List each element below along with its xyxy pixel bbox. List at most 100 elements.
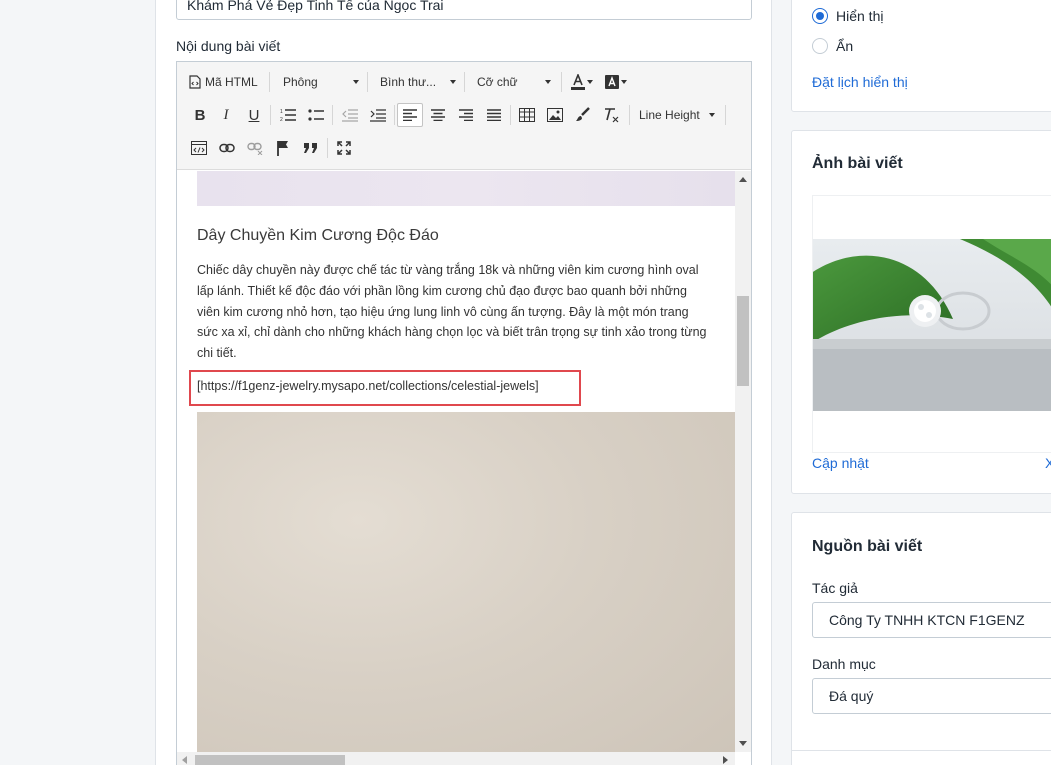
text-color-icon [571, 74, 585, 90]
code-view-icon [191, 141, 207, 155]
align-justify-button[interactable] [482, 103, 506, 127]
scroll-down-arrow-icon[interactable] [739, 741, 747, 746]
ordered-list-icon: 12 [280, 108, 296, 122]
fullscreen-icon [337, 141, 351, 155]
visibility-show-label[interactable]: Hiển thị [836, 8, 883, 24]
schedule-display-link[interactable]: Đặt lịch hiển thị [812, 74, 908, 90]
horizontal-scrollbar[interactable] [177, 752, 735, 765]
bold-button[interactable]: B [189, 103, 211, 127]
font-size-label: Cỡ chữ [477, 75, 518, 89]
content-link-text: [https://f1genz-jewelry.mysapo.net/colle… [197, 379, 539, 393]
highlight-color-icon [605, 75, 619, 89]
svg-text:1: 1 [280, 109, 283, 115]
line-height-dropdown[interactable]: Line Height [635, 103, 721, 127]
toolbar-separator [367, 72, 368, 92]
post-title-input[interactable]: Khám Phá Vẻ Đẹp Tinh Tế của Ngọc Trai [176, 0, 752, 20]
update-image-link[interactable]: Cập nhật [812, 455, 869, 471]
scroll-left-arrow-icon[interactable] [182, 756, 187, 764]
insert-table-button[interactable] [515, 103, 539, 127]
line-height-label: Line Height [639, 108, 700, 122]
toolbar-separator [464, 72, 465, 92]
remove-image-link[interactable]: X [1045, 455, 1051, 471]
visibility-card: Hiển thị Ẩn Đặt lịch hiển thị [791, 0, 1051, 112]
paragraph-style-label: Bình thư... [380, 75, 437, 89]
category-label: Danh mục [812, 656, 876, 672]
paragraph-style-dropdown[interactable]: Bình thư... [376, 70, 462, 94]
format-painter-button[interactable] [571, 103, 595, 127]
bullet-list-icon [308, 108, 324, 122]
editor-toolbar: Mã HTML Phông Bình thư... Cỡ chữ B I U 1… [177, 62, 751, 170]
chevron-down-icon [545, 80, 551, 84]
code-view-button[interactable] [187, 136, 211, 160]
author-label: Tác giả [812, 580, 858, 596]
chevron-down-icon [450, 80, 456, 84]
clear-format-button[interactable] [599, 103, 623, 127]
toolbar-separator [394, 105, 395, 125]
chevron-down-icon [621, 80, 627, 84]
chevron-down-icon [587, 80, 593, 84]
outdent-button[interactable] [338, 103, 362, 127]
scroll-up-arrow-icon[interactable] [739, 177, 747, 182]
category-select[interactable]: Đá quý [812, 678, 1051, 714]
font-family-dropdown[interactable]: Phông [279, 70, 365, 94]
toolbar-separator [332, 105, 333, 125]
text-color-button[interactable] [567, 70, 597, 94]
italic-button[interactable]: I [215, 103, 237, 127]
scrollbar-thumb[interactable] [737, 296, 749, 386]
blockquote-button[interactable] [299, 136, 323, 160]
indent-icon [370, 108, 386, 122]
scroll-right-arrow-icon[interactable] [723, 756, 728, 764]
align-right-icon [459, 109, 473, 121]
underline-button[interactable]: U [243, 103, 265, 127]
author-select[interactable]: Công Ty TNHH KTCN F1GENZ [812, 602, 1051, 638]
insert-link-button[interactable] [215, 136, 239, 160]
align-center-button[interactable] [426, 103, 450, 127]
toolbar-separator [269, 72, 270, 92]
html-code-button[interactable]: Mã HTML [189, 70, 267, 94]
fullscreen-button[interactable] [332, 136, 356, 160]
visibility-hide-radio[interactable] [812, 38, 828, 54]
svg-text:2: 2 [280, 117, 283, 122]
editor-content-area[interactable]: Dây Chuyền Kim Cương Độc Đáo Chiếc dây c… [177, 171, 735, 752]
ordered-list-button[interactable]: 12 [276, 103, 300, 127]
post-image [813, 239, 1051, 411]
align-left-button[interactable] [397, 103, 423, 127]
italic-icon: I [223, 106, 229, 123]
quote-icon [303, 142, 319, 154]
embedded-image [197, 412, 735, 752]
link-icon [219, 143, 235, 153]
image-icon [547, 108, 563, 122]
insert-anchor-button[interactable] [271, 136, 295, 160]
indent-button[interactable] [366, 103, 390, 127]
toolbar-separator [725, 105, 726, 125]
background-color-button[interactable] [601, 70, 631, 94]
content-paragraph: Chiếc dây chuyền này được chế tác từ vàn… [197, 263, 707, 361]
post-image-frame [812, 195, 1051, 453]
bold-icon: B [194, 106, 206, 124]
visibility-show-radio[interactable] [812, 8, 828, 24]
visibility-hide-label[interactable]: Ẩn [836, 38, 853, 54]
paintbrush-icon [575, 107, 591, 123]
bullet-list-button[interactable] [304, 103, 328, 127]
table-icon [519, 108, 535, 122]
scrollbar-thumb[interactable] [195, 755, 345, 765]
content-label: Nội dung bài viết [176, 38, 281, 54]
code-file-icon [189, 75, 201, 89]
card-divider [792, 750, 1051, 751]
rich-text-editor: Mã HTML Phông Bình thư... Cỡ chữ B I U 1… [176, 61, 752, 765]
toolbar-separator [629, 105, 630, 125]
align-center-icon [431, 109, 445, 121]
font-size-dropdown[interactable]: Cỡ chữ [473, 70, 557, 94]
post-image-card: Ảnh bài viết Cập nhật X [791, 130, 1051, 494]
clear-format-icon [603, 107, 619, 123]
align-right-button[interactable] [454, 103, 478, 127]
align-justify-icon [487, 109, 501, 121]
chevron-down-icon [353, 80, 359, 84]
html-code-label: Mã HTML [205, 75, 258, 89]
outdent-icon [342, 108, 358, 122]
unlink-icon [247, 141, 263, 155]
insert-image-button[interactable] [543, 103, 567, 127]
content-heading: Dây Chuyền Kim Cương Độc Đáo [197, 227, 439, 244]
vertical-scrollbar[interactable] [735, 171, 751, 752]
unlink-button[interactable] [243, 136, 267, 160]
